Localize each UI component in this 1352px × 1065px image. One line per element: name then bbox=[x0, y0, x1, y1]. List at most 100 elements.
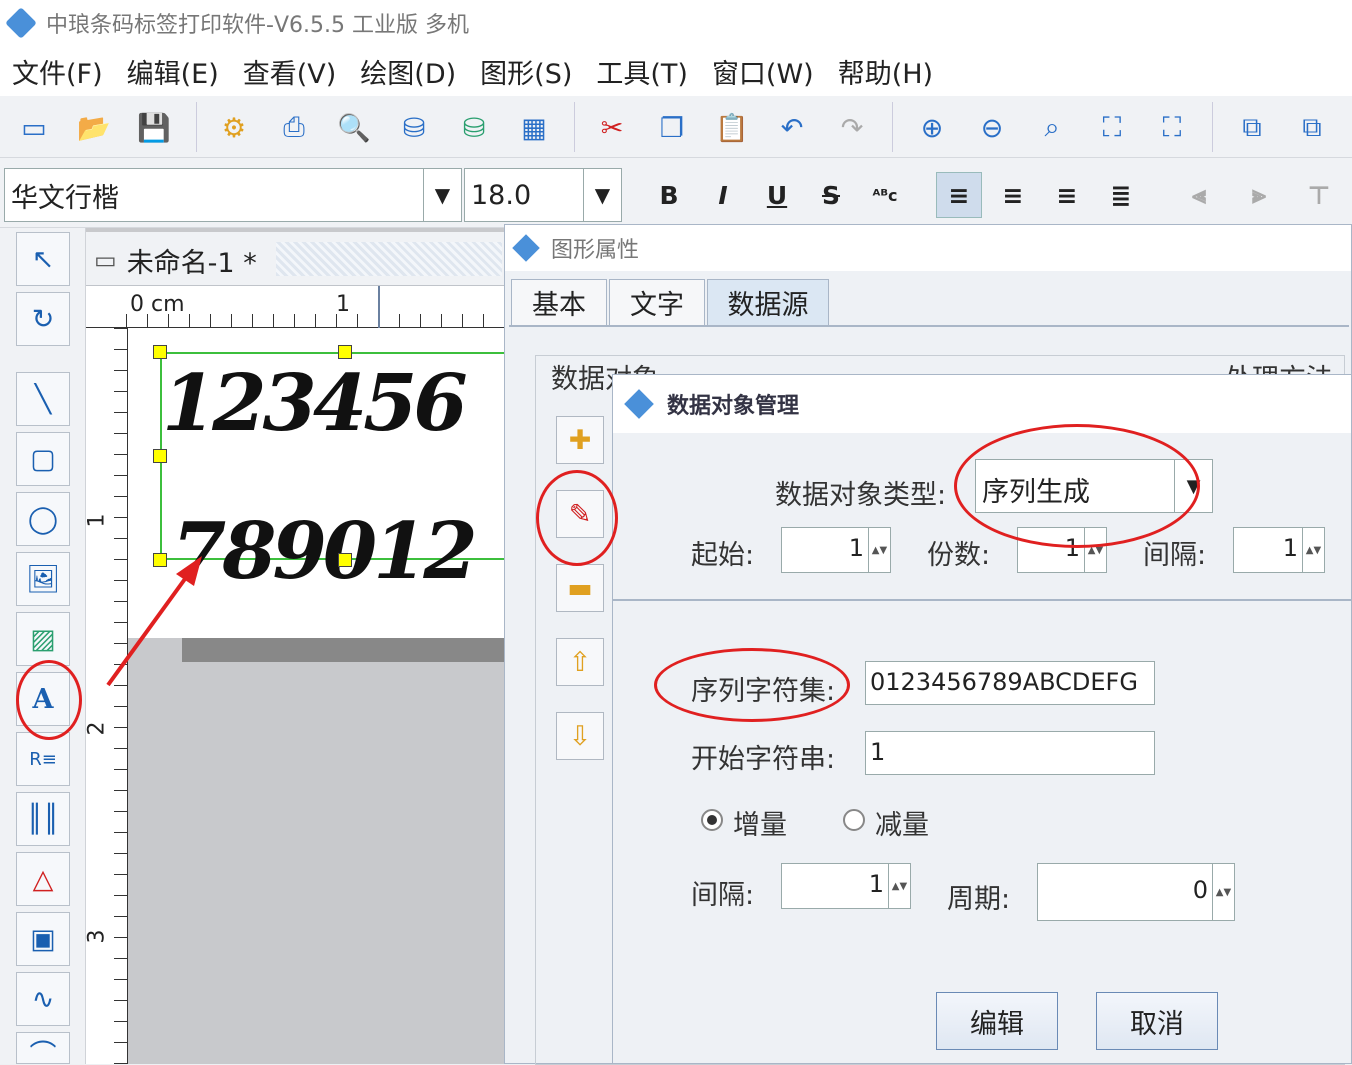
spinner-arrows-icon[interactable]: ▲▼ bbox=[888, 864, 910, 908]
align-right-button[interactable]: ≡ bbox=[1044, 172, 1090, 218]
tab-text[interactable]: 文字 bbox=[609, 279, 705, 325]
picture-tool-icon[interactable]: ▨ bbox=[16, 612, 70, 666]
interval2-spinner[interactable]: 1 ▲▼ bbox=[781, 863, 911, 909]
image-tool-icon[interactable]: 🖼 bbox=[16, 552, 70, 606]
arc-tool-icon[interactable]: ⌒ bbox=[16, 1032, 70, 1064]
align-objects-left-icon[interactable]: ⫷ bbox=[1176, 172, 1222, 218]
chevron-down-icon[interactable]: ▼ bbox=[1174, 460, 1212, 512]
redo-icon[interactable]: ↷ bbox=[832, 108, 872, 148]
print-preview-icon[interactable]: 🔍 bbox=[334, 108, 374, 148]
paste-icon[interactable]: 📋 bbox=[712, 108, 752, 148]
fit-selection-icon[interactable]: ⛶ bbox=[1152, 108, 1192, 148]
menu-draw[interactable]: 绘图(D) bbox=[360, 52, 456, 91]
period-spinner[interactable]: 0 ▲▼ bbox=[1037, 863, 1235, 921]
zoom-in-icon[interactable]: ⊕ bbox=[912, 108, 952, 148]
arrow-head bbox=[176, 556, 202, 586]
cancel-button[interactable]: 取消 bbox=[1096, 992, 1218, 1050]
pointer-tool-icon[interactable]: ↖ bbox=[16, 232, 70, 286]
ellipse-tool-icon[interactable]: ◯ bbox=[16, 492, 70, 546]
menu-shape[interactable]: 图形(S) bbox=[480, 52, 572, 91]
text-tool-icon[interactable]: A bbox=[16, 672, 70, 726]
chevron-down-icon[interactable]: ▼ bbox=[423, 169, 461, 221]
underline-button[interactable]: U bbox=[754, 172, 800, 218]
char-spacing-icon[interactable]: ᴬᴮc bbox=[862, 172, 908, 218]
save-icon[interactable]: 💾 bbox=[134, 108, 174, 148]
line-tool-icon[interactable]: ╲ bbox=[16, 372, 70, 426]
grid-icon[interactable]: ▦ bbox=[514, 108, 554, 148]
settings-gear-icon[interactable]: ⚙ bbox=[214, 108, 254, 148]
move-up-icon[interactable]: ⇧ bbox=[556, 638, 604, 686]
chevron-down-icon[interactable]: ▼ bbox=[583, 169, 621, 221]
type-value: 序列生成 bbox=[982, 477, 1090, 508]
undo-icon[interactable]: ↶ bbox=[772, 108, 812, 148]
print-icon[interactable]: ⎙ bbox=[274, 108, 314, 148]
edit-button-icon[interactable]: ✎ bbox=[556, 490, 604, 538]
strikethrough-button[interactable]: S bbox=[808, 172, 854, 218]
align-center-button[interactable]: ≡ bbox=[990, 172, 1036, 218]
menu-tools[interactable]: 工具(T) bbox=[596, 52, 688, 91]
rectangle-tool-icon[interactable]: ▢ bbox=[16, 432, 70, 486]
menu-help[interactable]: 帮助(H) bbox=[838, 52, 933, 91]
font-size-value: 18.0 bbox=[471, 179, 532, 211]
add-button-icon[interactable]: ✚ bbox=[556, 416, 604, 464]
new-file-icon[interactable]: ▭ bbox=[14, 108, 54, 148]
fit-page-icon[interactable]: ⛶ bbox=[1092, 108, 1132, 148]
resize-handle[interactable] bbox=[153, 449, 167, 463]
resize-handle[interactable] bbox=[153, 345, 167, 359]
resize-handle[interactable] bbox=[338, 345, 352, 359]
align-left-button[interactable]: ≡ bbox=[936, 172, 982, 218]
spinner-arrows-icon[interactable]: ▲▼ bbox=[1302, 528, 1324, 572]
copy-icon[interactable]: ❐ bbox=[652, 108, 692, 148]
interval-spinner[interactable]: 1 ▲▼ bbox=[1233, 527, 1325, 573]
align-objects-top-icon[interactable]: ⊤ bbox=[1296, 172, 1342, 218]
rich-text-tool-icon[interactable]: R≡ bbox=[16, 732, 70, 786]
spinner-arrows-icon[interactable]: ▲▼ bbox=[868, 528, 890, 572]
edit-button[interactable]: 编辑 bbox=[936, 992, 1058, 1050]
move-down-icon[interactable]: ⇩ bbox=[556, 712, 604, 760]
align-justify-button[interactable]: ≣ bbox=[1098, 172, 1144, 218]
cut-icon[interactable]: ✂ bbox=[592, 108, 632, 148]
tab-divider bbox=[509, 325, 1349, 327]
curve-tool-icon[interactable]: ∿ bbox=[16, 972, 70, 1026]
increase-label: 增量 bbox=[733, 810, 787, 841]
zoom-out-icon[interactable]: ⊖ bbox=[972, 108, 1012, 148]
copies-spinner[interactable]: 1 ▲▼ bbox=[1017, 527, 1107, 573]
font-family-select[interactable]: 华文行楷 ▼ bbox=[4, 168, 462, 222]
spinner-arrows-icon[interactable]: ▲▼ bbox=[1212, 864, 1234, 920]
start-spinner[interactable]: 1 ▲▼ bbox=[781, 527, 891, 573]
menu-file[interactable]: 文件(F) bbox=[12, 52, 103, 91]
arrow-shaft bbox=[106, 570, 192, 687]
resize-handle[interactable] bbox=[338, 553, 352, 567]
decrease-radio[interactable] bbox=[843, 809, 865, 831]
charset-input[interactable]: 0123456789ABCDEFG bbox=[865, 661, 1155, 705]
open-folder-icon[interactable]: 📂 bbox=[74, 108, 114, 148]
remove-button-icon[interactable]: ▬ bbox=[556, 564, 604, 612]
bring-front-icon[interactable]: ⧉ bbox=[1232, 108, 1272, 148]
barcode-tool-icon[interactable]: ║║ bbox=[16, 792, 70, 846]
shape-tool-icon[interactable]: △ bbox=[16, 852, 70, 906]
menu-view[interactable]: 查看(V) bbox=[243, 52, 337, 91]
menu-window[interactable]: 窗口(W) bbox=[712, 52, 814, 91]
ruler-marker bbox=[378, 286, 380, 328]
text-object-line1[interactable]: 123456 bbox=[162, 358, 468, 449]
tab-document[interactable]: ▭ 未命名-1 * bbox=[94, 238, 257, 282]
increase-radio[interactable] bbox=[701, 809, 723, 831]
start-string-input[interactable]: 1 bbox=[865, 731, 1155, 775]
tab-basic[interactable]: 基本 bbox=[511, 279, 607, 325]
qrcode-tool-icon[interactable]: ▣ bbox=[16, 912, 70, 966]
database-icon[interactable]: ⛁ bbox=[394, 108, 434, 148]
spinner-arrows-icon[interactable]: ▲▼ bbox=[1084, 528, 1106, 572]
tab-datasource[interactable]: 数据源 bbox=[707, 279, 829, 325]
bold-button[interactable]: B bbox=[646, 172, 692, 218]
rotate-tool-icon[interactable]: ↻ bbox=[16, 292, 70, 346]
menu-edit[interactable]: 编辑(E) bbox=[127, 52, 219, 91]
zoom-icon[interactable]: ⌕ bbox=[1032, 108, 1072, 148]
type-select[interactable]: 序列生成 ▼ bbox=[975, 459, 1213, 513]
start-value: 1 bbox=[848, 534, 864, 562]
send-back-icon[interactable]: ⧉ bbox=[1292, 108, 1332, 148]
period-value: 0 bbox=[1192, 876, 1208, 904]
italic-button[interactable]: I bbox=[700, 172, 746, 218]
font-size-select[interactable]: 18.0 ▼ bbox=[464, 168, 622, 222]
database-settings-icon[interactable]: ⛁ bbox=[454, 108, 494, 148]
align-objects-right-icon[interactable]: ⫸ bbox=[1236, 172, 1282, 218]
